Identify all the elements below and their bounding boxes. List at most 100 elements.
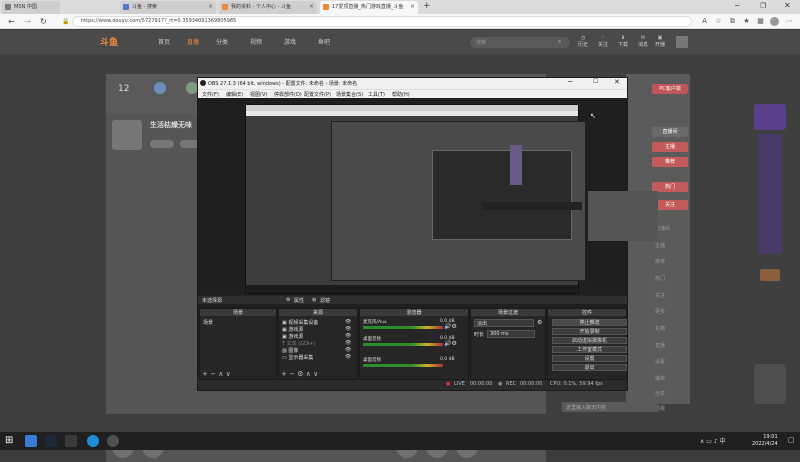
nested-mixer	[482, 202, 582, 210]
taskbar-clock[interactable]: 19:01 2022/4/24	[752, 434, 778, 448]
user-avatar[interactable]	[676, 36, 688, 48]
notification-icon[interactable]: ▢	[788, 436, 795, 444]
nav-item[interactable]: 分类	[216, 37, 228, 46]
history-icon[interactable]: ◷ 历史	[578, 35, 588, 49]
exit-button[interactable]: 退出	[552, 364, 627, 371]
maximize-button[interactable]: ☐	[593, 78, 598, 85]
refresh-icon[interactable]: ↻	[38, 16, 49, 27]
filters-button[interactable]: 滤镜	[320, 297, 330, 304]
source-item[interactable]: ▣ 游戏源	[282, 326, 303, 333]
source-item[interactable]: ▣ 视频采集设备	[282, 319, 318, 326]
up-icon[interactable]: ∧	[306, 370, 311, 378]
menu-item[interactable]: 场景集合(S)	[336, 91, 363, 98]
menu-item[interactable]: 停靠部件(D)	[274, 91, 302, 98]
steam-icon[interactable]	[45, 435, 57, 447]
virtual-camera-button[interactable]: 启动虚拟摄像机	[552, 337, 627, 344]
sidebar-button[interactable]: 直播间	[652, 127, 688, 137]
close-icon[interactable]: ×	[410, 3, 415, 10]
add-icon[interactable]: +	[281, 370, 287, 378]
nav-item[interactable]: 游戏	[284, 37, 296, 46]
browser-tab[interactable]: 我的资料 - 个人中心 - 斗鱼 ×	[219, 1, 317, 14]
minimize-button[interactable]: ─	[735, 2, 739, 10]
nested-obs-capture	[588, 191, 658, 241]
stop-streaming-button[interactable]: 停止推流	[552, 319, 627, 326]
duration-input[interactable]: 300 ms	[487, 330, 535, 338]
search-input[interactable]: 搜索	[470, 37, 570, 48]
visibility-lock-icons[interactable]: 👁 👁 👁 👁 👁 👁	[345, 319, 351, 361]
down-icon[interactable]: ∨	[313, 370, 318, 378]
url-input[interactable]: https://www.douyu.com/5727917?_rt=0.3593…	[72, 16, 692, 27]
maximize-button[interactable]: ❐	[760, 2, 766, 10]
source-item[interactable]: ▭ 显示器采集	[282, 354, 313, 361]
search-icon[interactable]: ⌕	[558, 38, 561, 46]
gear-icon[interactable]: ⚙	[297, 370, 303, 378]
minimize-button[interactable]: ─	[568, 78, 572, 86]
close-icon[interactable]: ×	[309, 3, 314, 10]
settings-button[interactable]: 设置	[552, 355, 627, 362]
favorites-icon[interactable]: ★	[742, 17, 751, 26]
dock-header: 混音器	[360, 309, 468, 316]
menu-item[interactable]: 工具(T)	[368, 91, 385, 98]
transition-select[interactable]: 淡出	[474, 319, 534, 327]
forward-icon[interactable]: →	[22, 16, 33, 27]
start-recording-button[interactable]: 开始录制	[552, 328, 627, 335]
broadcast-icon[interactable]: ▣ 开播	[655, 35, 665, 49]
menu-item[interactable]: 视图(V)	[250, 91, 267, 98]
obs-app-icon[interactable]	[107, 435, 119, 447]
add-icon[interactable]: +	[202, 370, 208, 378]
chat-input[interactable]: 这里输入聊天内容	[562, 402, 658, 412]
message-icon[interactable]: ✉ 消息	[638, 35, 648, 49]
profile-avatar[interactable]	[770, 17, 779, 26]
browser-tab[interactable]: 斗鱼 - 搜索 ×	[120, 1, 216, 14]
file-explorer-icon[interactable]	[65, 435, 77, 447]
pc-client-button[interactable]: PC客户端	[652, 84, 688, 94]
speaker-icon[interactable]: 🔊⚙	[444, 340, 457, 347]
new-tab-button[interactable]: +	[423, 1, 431, 11]
source-item[interactable]: T 文本 (GDI+)	[282, 340, 316, 347]
scene-item[interactable]: 场景	[203, 319, 213, 326]
nav-item[interactable]: 直播	[187, 37, 199, 46]
gear-icon[interactable]: ⚙	[286, 297, 290, 303]
nav-item[interactable]: 首页	[158, 37, 170, 46]
lock-icon[interactable]: 🔒	[62, 18, 69, 25]
source-item[interactable]: ▨ 图像	[282, 347, 298, 354]
menu-item[interactable]: 编辑(E)	[226, 91, 243, 98]
browser-tab[interactable]: MSN 中国	[2, 1, 60, 14]
windows-start-icon[interactable]: ⊞	[5, 435, 13, 447]
download-icon[interactable]: ⬇ 下载	[618, 35, 628, 49]
collections-icon[interactable]: ▦	[756, 17, 765, 26]
close-button[interactable]: ✕	[614, 78, 620, 86]
sidebar-button[interactable]: 推荐	[652, 157, 688, 167]
favorite-star-icon[interactable]: ☆	[714, 17, 723, 26]
remove-icon[interactable]: −	[289, 370, 295, 378]
reader-icon[interactable]: A	[700, 17, 709, 26]
settings-app-icon[interactable]	[25, 435, 37, 447]
up-icon[interactable]: ∧	[218, 370, 223, 378]
douyu-logo[interactable]: 斗鱼	[100, 35, 130, 49]
sidebar-button[interactable]: 主播	[652, 142, 688, 152]
back-icon[interactable]: ←	[6, 16, 17, 27]
nav-item[interactable]: 鱼吧	[318, 37, 330, 46]
close-icon[interactable]: ×	[208, 3, 213, 10]
system-tray-icons[interactable]: ∧ ▭ ♪ 中	[700, 436, 726, 445]
remove-icon[interactable]: −	[210, 370, 216, 378]
source-item[interactable]: ▣ 游戏源	[282, 333, 303, 340]
browser-tab-active[interactable]: 17爱顶直播_热门游戏直播_斗鱼 ×	[320, 1, 418, 14]
close-window-button[interactable]: ✕	[784, 1, 791, 10]
menu-item[interactable]: 文件(F)	[202, 91, 219, 98]
gear-icon[interactable]: ⚙	[537, 319, 542, 326]
studio-mode-button[interactable]: 工作室模式	[552, 346, 627, 353]
nav-item[interactable]: 视频	[250, 37, 262, 46]
follow-icon[interactable]: ♡ 关注	[598, 35, 608, 49]
properties-button[interactable]: 属性	[294, 297, 304, 304]
menu-item[interactable]: 配置文件(P)	[304, 91, 331, 98]
more-icon[interactable]: ⋯	[785, 17, 794, 26]
menu-item[interactable]: 帮助(H)	[392, 91, 410, 98]
filter-icon[interactable]: ◍	[312, 297, 316, 303]
split-screen-icon[interactable]: ⧉	[728, 17, 737, 26]
down-icon[interactable]: ∨	[226, 370, 231, 378]
streamer-avatar[interactable]	[112, 120, 142, 150]
speaker-icon[interactable]: 🔊⚙	[444, 323, 457, 330]
side-banner[interactable]	[750, 74, 790, 414]
edge-browser-icon[interactable]	[87, 435, 99, 447]
